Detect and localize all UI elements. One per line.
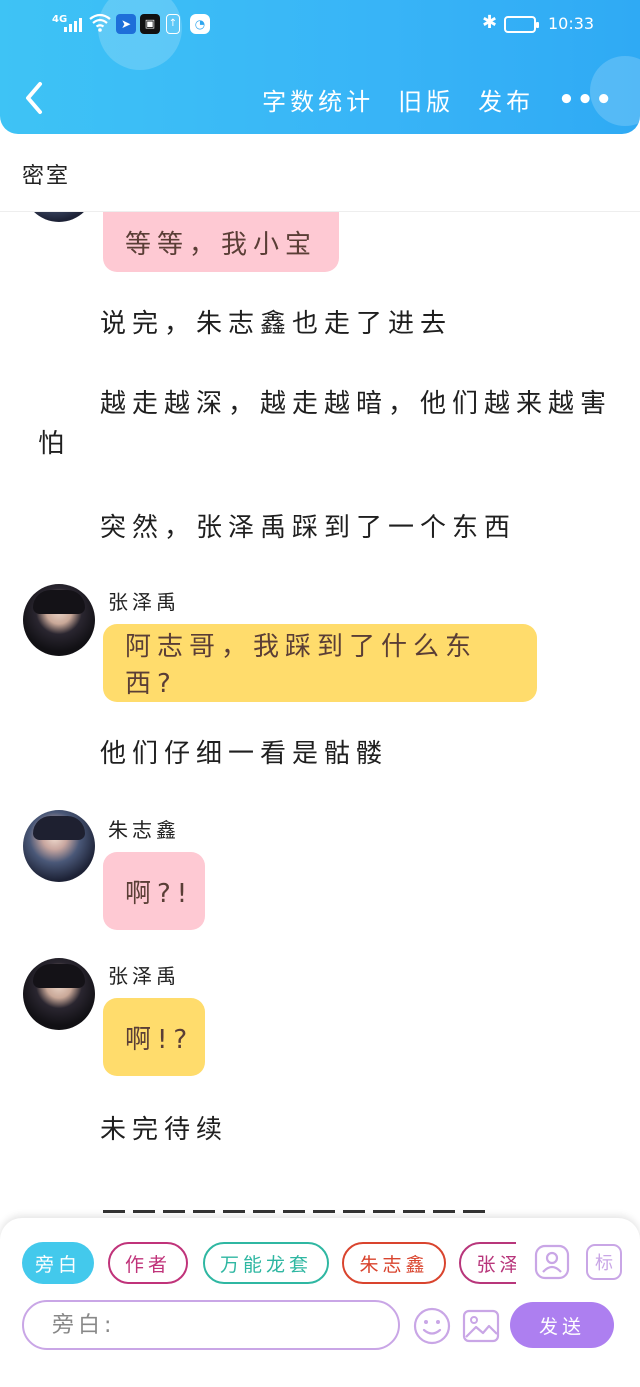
notification-app-icon: ➤ [116,14,136,34]
message-bubble[interactable]: 啊!? [103,998,205,1076]
message-bubble[interactable]: 等等，我小宝 [103,212,340,272]
chip-zhang-zeyu[interactable]: 张泽禹 [459,1242,516,1284]
wifi-icon [89,13,111,32]
narration-text[interactable]: 未完待续 [100,1110,228,1150]
separator-line [103,1210,485,1213]
word-count-button[interactable]: 字数统计 [262,82,374,117]
narration-text[interactable]: 怕 [38,424,70,464]
chip-narration[interactable]: 旁白 [22,1242,94,1284]
avatar[interactable] [23,584,95,656]
chip-author[interactable]: 作者 [108,1242,188,1284]
header-actions: 字数统计 旧版 发布 ••• [262,82,614,117]
speaker-name: 朱志鑫 [108,818,180,842]
narration-text[interactable]: 说完，朱志鑫也走了进去 [100,304,452,344]
message-bubble[interactable]: 啊?! [103,852,205,930]
send-button[interactable]: 发送 [510,1302,614,1348]
narration-text[interactable]: 他们仔细一看是骷髅 [100,734,388,774]
status-bar: 4G ➤ ▣ ↑ ◔ ✱ 10:33 [0,0,640,50]
avatar[interactable] [23,958,95,1030]
story-title-row: 密室 [0,134,640,212]
mark-icon[interactable]: 标 [586,1244,622,1280]
speaker-name: 张泽禹 [108,590,180,614]
add-character-icon[interactable] [534,1244,570,1280]
back-arrow-icon[interactable] [18,78,52,118]
download-icon: ↑ [166,14,180,34]
publish-button[interactable]: 发布 [478,82,534,117]
message-bubble[interactable]: 阿志哥，我踩到了什么东西? [103,624,537,702]
bluetooth-icon: ✱ [482,12,498,33]
battery-icon [504,16,539,33]
narration-text[interactable]: 突然，张泽禹踩到了一个东西 [100,508,516,548]
story-title[interactable]: 密室 [22,158,70,190]
clock: 10:33 [548,14,595,33]
signal-icon [64,16,82,32]
narration-text[interactable]: 越走越深，越走越暗，他们越来越害 [100,384,612,424]
composer-panel: 旁白 作者 万能龙套 朱志鑫 张泽禹 标 发送 [0,1218,640,1387]
image-icon[interactable] [462,1307,500,1345]
role-chip-bar[interactable]: 旁白 作者 万能龙套 朱志鑫 张泽禹 [22,1242,516,1286]
avatar [23,212,95,222]
chip-zhu-zhixin[interactable]: 朱志鑫 [342,1242,446,1284]
old-version-button[interactable]: 旧版 [398,82,454,117]
notification-app-icon: ▣ [140,14,160,34]
chip-extra-character[interactable]: 万能龙套 [203,1242,329,1284]
message-input[interactable] [22,1300,400,1350]
more-menu-icon[interactable]: ••• [558,87,614,113]
speaker-name: 张泽禹 [108,964,180,988]
emoji-icon[interactable] [412,1306,452,1346]
story-content[interactable]: 等等，我小宝 说完，朱志鑫也走了进去 越走越深，越走越暗，他们越来越害 怕 突然… [0,212,640,1218]
notification-app-icon: ◔ [190,14,210,34]
avatar[interactable] [23,810,95,882]
app-header: 4G ➤ ▣ ↑ ◔ ✱ 10:33 字数统计 旧版 发布 ••• [0,0,640,134]
